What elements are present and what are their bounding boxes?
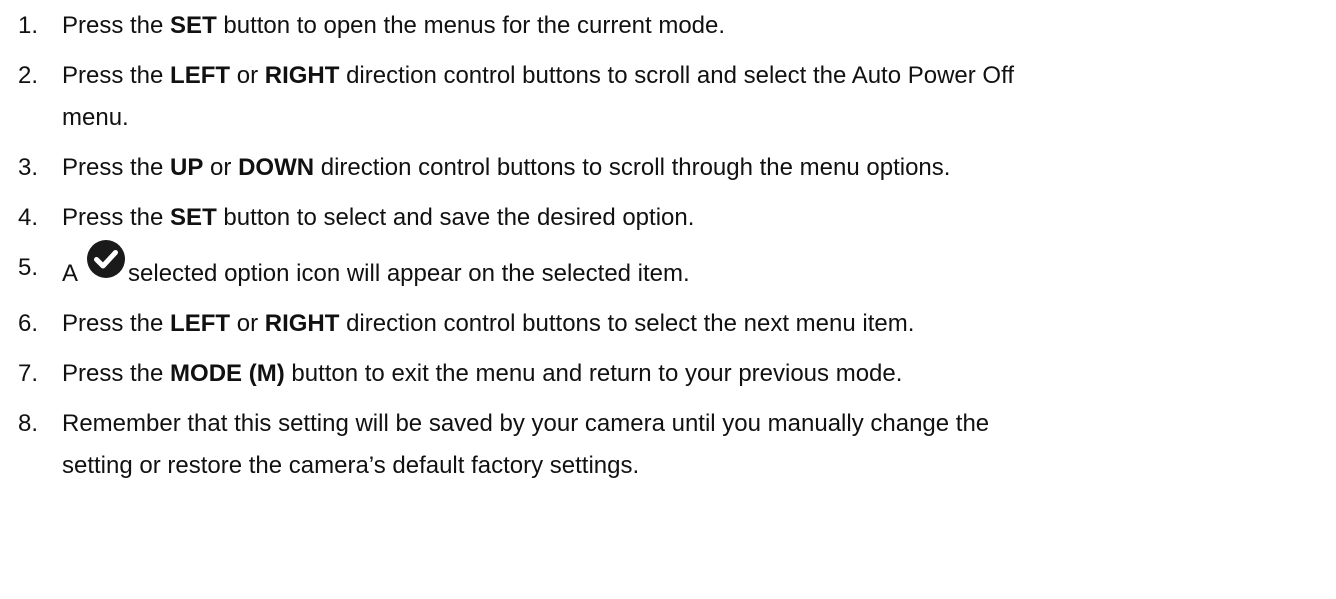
step-number: 1. (18, 12, 39, 39)
step-text: Press the MODE (M) button to exit the me… (62, 353, 1328, 395)
text-run: Press the (62, 310, 171, 337)
text-run: Press the (62, 154, 171, 181)
step-continuation: menu. (62, 104, 129, 131)
text-run: Remember that this setting will be saved… (62, 410, 990, 437)
list-item: 2. Press the LEFT or RIGHT direction cont… (18, 55, 1328, 139)
text-run: Press the (62, 12, 171, 39)
list-item: 1. Press the SET button to open the menus… (18, 5, 1328, 47)
step-number: 6. (18, 310, 39, 337)
step-text: Press the SET button to open the menus f… (62, 5, 1328, 47)
bold-keyword: LEFT (170, 62, 231, 89)
step-text: Press the UP or DOWN direction control b… (62, 147, 1328, 189)
step-text: Remember that this setting will be saved… (62, 403, 1328, 445)
bold-keyword: LEFT (170, 310, 231, 337)
check-circle-icon (86, 239, 126, 279)
bold-keyword: DOWN (238, 154, 315, 181)
text-run: or (203, 154, 239, 181)
list-item: 5. Aselected option icon will appear on t… (18, 240, 1328, 295)
step-number: 7. (18, 360, 39, 387)
text-run: Press the (62, 360, 171, 387)
step-number: 4. (18, 204, 39, 231)
text-run: selected option icon will appear on the … (128, 260, 690, 287)
list-item: 4. Press the SET button to select and sav… (18, 197, 1328, 239)
step-number: 3. (18, 154, 39, 181)
bold-keyword: UP (170, 154, 204, 181)
bold-keyword: RIGHT (264, 62, 340, 89)
step-text: Press the LEFT or RIGHT direction contro… (62, 303, 1328, 345)
text-run: or (230, 310, 265, 337)
list-item: 8. Remember that this setting will be sav… (18, 403, 1328, 487)
text-run: direction control buttons to scroll and … (339, 62, 1014, 89)
step-text: Press the SET button to select and save … (62, 197, 1328, 239)
step-number: 2. (18, 62, 39, 89)
text-run: Press the (62, 204, 171, 231)
instruction-list: 1. Press the SET button to open the menus… (18, 0, 1328, 495)
step-text: Press the LEFT or RIGHT direction contro… (62, 55, 1328, 97)
text-run: direction control buttons to select the … (339, 310, 915, 337)
text-run: or (230, 62, 265, 89)
bold-keyword: SET (170, 204, 217, 231)
text-run: Press the (62, 62, 171, 89)
list-item: 7. Press the MODE (M) button to exit the … (18, 353, 1328, 395)
bold-keyword: RIGHT (264, 310, 340, 337)
list-item: 6. Press the LEFT or RIGHT direction cont… (18, 303, 1328, 345)
bold-keyword: SET (170, 12, 217, 39)
bold-keyword: MODE (M) (170, 360, 285, 387)
text-run: direction control buttons to scroll thro… (314, 154, 951, 181)
step-text: Aselected option icon will appear on the… (62, 240, 1328, 295)
text-run: button to select and save the desired op… (216, 204, 695, 231)
step-number: 8. (18, 410, 39, 437)
list-item: 3. Press the UP or DOWN direction control… (18, 147, 1328, 189)
step-continuation: setting or restore the camera’s default … (62, 452, 640, 479)
text-run: button to open the menus for the current… (216, 12, 726, 39)
text-run: A (62, 260, 79, 287)
text-run: button to exit the menu and return to yo… (284, 360, 903, 387)
step-number: 5. (18, 254, 39, 281)
